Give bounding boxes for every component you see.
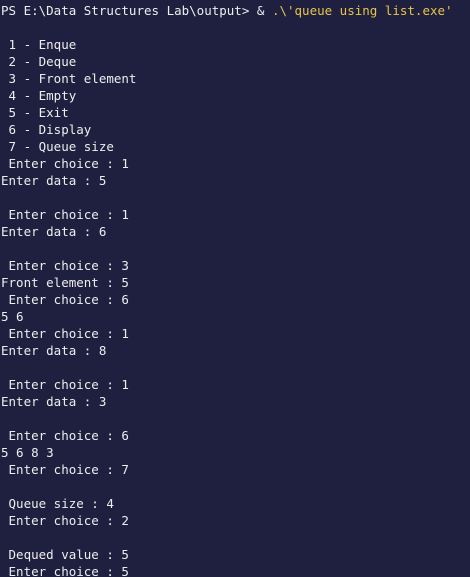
output-line: Enter data : 8 xyxy=(1,343,107,358)
output-line: 3 - Front element xyxy=(1,71,137,86)
output-line: Enter choice : 1 xyxy=(1,207,129,222)
prompt-argument: .\'queue using list.exe' xyxy=(271,3,453,18)
output-line: Enter data : 5 xyxy=(1,173,107,188)
output-line: Enter data : 6 xyxy=(1,224,107,239)
prompt-operator: & xyxy=(256,3,272,18)
output-line: Enter choice : 1 xyxy=(1,326,129,341)
output-line: Enter choice : 5 xyxy=(1,564,129,577)
output-line: Enter choice : 3 xyxy=(1,258,129,273)
output-line: Enter choice : 1 xyxy=(1,156,129,171)
output-line: 1 - Enque xyxy=(1,37,77,52)
output-line: Enter choice : 7 xyxy=(1,462,129,477)
output-line: Queue size : 4 xyxy=(1,496,114,511)
output-line: Enter choice : 2 xyxy=(1,513,129,528)
output-line: 6 - Display xyxy=(1,122,92,137)
output-line: 5 - Exit xyxy=(1,105,69,120)
prompt-path: PS E:\Data Structures Lab\output> xyxy=(1,3,257,18)
output-line: 4 - Empty xyxy=(1,88,77,103)
output-line: Front element : 5 xyxy=(1,275,129,290)
output-line: 7 - Queue size xyxy=(1,139,114,154)
output-line: Enter choice : 6 xyxy=(1,428,129,443)
terminal-window[interactable]: PS E:\Data Structures Lab\output> & .\'q… xyxy=(0,0,470,577)
output-line: 5 6 xyxy=(1,309,24,324)
output-line: 5 6 8 3 xyxy=(1,445,54,460)
output-line: Enter data : 3 xyxy=(1,394,107,409)
output-line: Enter choice : 1 xyxy=(1,377,129,392)
output-line: 2 - Deque xyxy=(1,54,77,69)
output-line: Enter choice : 6 xyxy=(1,292,129,307)
prompt-line: PS E:\Data Structures Lab\output> & .\'q… xyxy=(1,2,470,19)
output-line: Dequed value : 5 xyxy=(1,547,129,562)
